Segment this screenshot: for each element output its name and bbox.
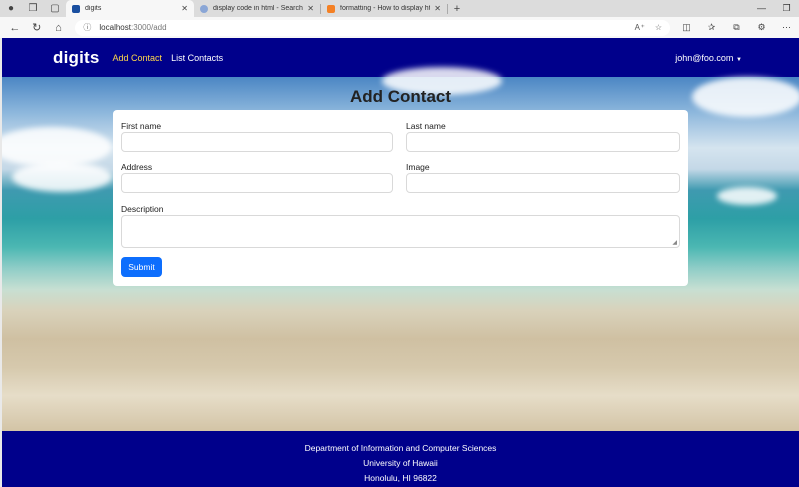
close-tab-icon[interactable]: ✕ (181, 4, 188, 13)
home-icon[interactable]: ⌂ (48, 22, 70, 34)
footer-location: Honolulu, HI 96822 (364, 473, 437, 483)
favorites-icon[interactable]: ✰ (699, 22, 724, 33)
workspaces-icon[interactable]: ❒ (22, 0, 44, 17)
split-screen-icon[interactable]: ◫ (674, 22, 699, 33)
close-tab-icon[interactable]: ✕ (434, 4, 441, 13)
footer-university: University of Hawaii (363, 458, 438, 468)
page-title: Add Contact (349, 87, 452, 106)
digits-favicon-icon (72, 4, 80, 13)
last-name-input[interactable] (406, 132, 680, 152)
resize-handle-icon[interactable]: ◢ (672, 239, 677, 246)
browser-tab-digits[interactable]: digits ✕ (66, 0, 194, 17)
cloud (12, 162, 112, 192)
caret-down-icon: ▼ (734, 56, 742, 63)
cloud (2, 127, 112, 167)
browser-toolbar: ◫ ✰ ⧉ ⚙ ⋯ (674, 22, 799, 33)
first-name-input[interactable] (121, 132, 393, 152)
read-aloud-icon[interactable]: A ⁺ (635, 23, 645, 32)
image-label: Image (406, 162, 430, 172)
more-menu-icon[interactable]: ⋯ (774, 22, 799, 33)
browser-address-bar: ← ↻ ⌂ ⓘ localhost:3000/add A ⁺ ☆ ◫ ✰ ⧉ ⚙… (0, 17, 799, 38)
address-input[interactable] (121, 173, 393, 193)
submit-button[interactable]: Submit (121, 257, 162, 277)
back-icon[interactable]: ← (4, 22, 26, 34)
last-name-label: Last name (406, 121, 446, 131)
site-footer: Department of Information and Computer S… (2, 431, 799, 487)
search-favicon-icon (200, 4, 208, 13)
footer-department: Department of Information and Computer S… (304, 443, 497, 453)
tab-title: digits (85, 5, 102, 12)
user-dropdown[interactable]: john@foo.com ▼ (675, 53, 742, 63)
cloud (717, 187, 777, 205)
favorite-star-icon[interactable]: ☆ (655, 23, 662, 32)
browser-tab-stackoverflow[interactable]: formatting - How to display html ✕ (321, 0, 447, 17)
nav-add-contact[interactable]: Add Contact (113, 53, 163, 63)
nav-list-contacts[interactable]: List Contacts (171, 53, 223, 63)
tab-actions-icon[interactable]: ▢ (44, 0, 66, 17)
refresh-icon[interactable]: ↻ (26, 21, 48, 34)
tab-title: display code in html - Search (213, 5, 303, 12)
browser-tab-search[interactable]: display code in html - Search ✕ (194, 0, 320, 17)
brand-logo[interactable]: digits (53, 48, 100, 68)
first-name-label: First name (121, 121, 162, 131)
user-email: john@foo.com (675, 52, 734, 63)
window-controls: — ❐ (749, 3, 799, 14)
browser-tab-bar: ● ❒ ▢ digits ✕ display code in html - Se… (0, 0, 799, 17)
image-input[interactable] (406, 173, 680, 193)
stackoverflow-favicon-icon (327, 4, 335, 13)
restore-icon[interactable]: ❐ (774, 3, 799, 14)
address-label: Address (121, 162, 153, 172)
new-tab-icon[interactable]: + (448, 3, 466, 15)
collections-icon[interactable]: ⧉ (724, 22, 749, 33)
close-tab-icon[interactable]: ✕ (307, 4, 314, 13)
add-contact-form: First name Last name Address Image Descr… (113, 110, 688, 286)
page-viewport: digits Add Contact List Contacts john@fo… (2, 38, 799, 487)
url-path: :3000/add (130, 23, 167, 32)
profile-icon[interactable]: ● (0, 0, 22, 17)
minimize-icon[interactable]: — (749, 3, 774, 14)
description-label: Description (121, 204, 164, 214)
tab-title: formatting - How to display html (340, 5, 431, 12)
description-textarea[interactable]: ◢ (121, 215, 680, 248)
url-host: localhost (99, 23, 131, 32)
url-input[interactable]: ⓘ localhost:3000/add A ⁺ ☆ (75, 19, 670, 36)
extensions-icon[interactable]: ⚙ (749, 22, 774, 33)
url-text: localhost:3000/add (99, 23, 624, 32)
info-icon[interactable]: ⓘ (83, 22, 91, 33)
